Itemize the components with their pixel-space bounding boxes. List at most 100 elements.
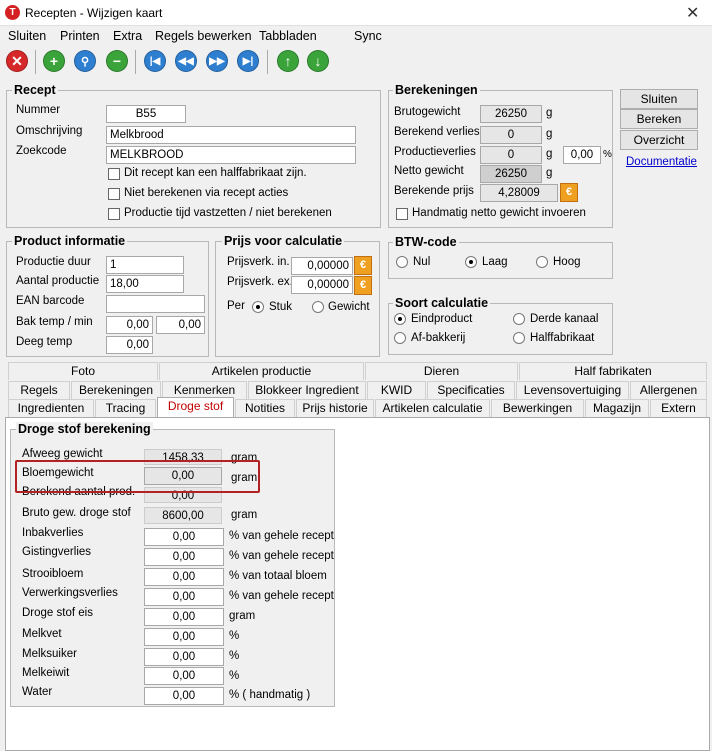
melkeiwit-field[interactable]: 0,00 (144, 667, 224, 685)
tab-allergenen[interactable]: Allergenen (630, 381, 707, 399)
tab-artikelen-productie[interactable]: Artikelen productie (159, 362, 364, 380)
tab-kwid[interactable]: KWID (367, 381, 426, 399)
melkeiwit-label: Melkeiwit (22, 667, 70, 679)
bruto-droge-unit: gram (231, 509, 258, 521)
tab-ingredienten[interactable]: Ingredienten (8, 399, 94, 417)
prijs-berekend-label: Berekende prijs (394, 185, 474, 197)
previous-icon[interactable]: ◀◀ (175, 50, 197, 72)
deeg-temp-field[interactable]: 0,00 (106, 336, 153, 354)
tab-droge-stof[interactable]: Droge stof (157, 397, 234, 417)
tab-extern[interactable]: Extern (650, 399, 707, 417)
menu-regels-bewerken[interactable]: Regels bewerken (155, 29, 252, 43)
menu-extra[interactable]: Extra (113, 29, 142, 43)
strooibloem-unit: % van totaal bloem (229, 570, 327, 582)
ean-field[interactable] (106, 295, 205, 313)
documentatie-link[interactable]: Documentatie (626, 156, 697, 168)
eindproduct-radio[interactable] (394, 313, 406, 325)
duur-field[interactable]: 1 (106, 256, 184, 274)
zoekcode-field[interactable]: MELKBROOD (106, 146, 356, 164)
euro-ex-icon[interactable]: € (354, 276, 372, 295)
tab-foto[interactable]: Foto (8, 362, 158, 380)
productie-tijd-checkbox[interactable] (108, 208, 120, 220)
up-icon[interactable]: ↑ (277, 50, 299, 72)
menu-sluiten[interactable]: Sluiten (8, 29, 46, 43)
btw-hoog-radio[interactable] (536, 256, 548, 268)
tab-berekeningen[interactable]: Berekeningen (71, 381, 161, 399)
deeg-label: Deeg temp (16, 336, 73, 348)
tab-blokkeer-ingredient[interactable]: Blokkeer Ingredient (248, 381, 366, 399)
close-icon[interactable]: ✕ (6, 50, 28, 72)
bak-min-field[interactable]: 0,00 (156, 316, 205, 334)
verwerkingsverlies-label: Verwerkingsverlies (22, 587, 118, 599)
tab-artikelen-calculatie[interactable]: Artikelen calculatie (375, 399, 490, 417)
next-icon[interactable]: ▶▶ (206, 50, 228, 72)
droge-stof-eis-field[interactable]: 0,00 (144, 608, 224, 626)
melksuiker-field[interactable]: 0,00 (144, 648, 224, 666)
menu-printen[interactable]: Printen (60, 29, 100, 43)
down-icon[interactable]: ↓ (307, 50, 329, 72)
sluiten-button[interactable]: Sluiten (620, 89, 698, 109)
stuk-radio[interactable] (252, 301, 264, 313)
af-bakkerij-radio[interactable] (394, 332, 406, 344)
verwerkingsverlies-field[interactable]: 0,00 (144, 588, 224, 606)
euro-in-icon[interactable]: € (354, 256, 372, 275)
gistingverlies-unit: % van gehele recept (229, 550, 334, 562)
add-icon[interactable]: + (43, 50, 65, 72)
bereken-button[interactable]: Bereken (620, 109, 698, 129)
gewicht-radio[interactable] (312, 301, 324, 313)
water-field[interactable]: 0,00 (144, 687, 224, 705)
halffabrikaat-checkbox[interactable] (108, 168, 120, 180)
tab-regels[interactable]: Regels (8, 381, 70, 399)
btw-hoog-label: Hoog (553, 256, 581, 268)
tab-half-fabrikaten[interactable]: Half fabrikaten (519, 362, 707, 380)
prodverlies-pct-field[interactable]: 0,00 (563, 146, 601, 164)
nummer-label: Nummer (16, 104, 61, 116)
search-icon[interactable]: ⚲ (74, 50, 96, 72)
aantal-field[interactable]: 18,00 (106, 275, 184, 293)
handmatig-netto-checkbox[interactable] (396, 208, 408, 220)
tab-prijs-historie[interactable]: Prijs historie (296, 399, 374, 417)
inbakverlies-field[interactable]: 0,00 (144, 528, 224, 546)
euro-icon[interactable]: € (560, 183, 578, 202)
prijs-ex-field[interactable]: 0,00000 (291, 276, 353, 294)
tab-tracing[interactable]: Tracing (95, 399, 156, 417)
menu-tabbladen[interactable]: Tabbladen (259, 29, 317, 43)
omschrijving-field[interactable]: Melkbrood (106, 126, 356, 144)
derde-kanaal-radio[interactable] (513, 313, 525, 325)
verwerkingsverlies-unit: % van gehele recept (229, 590, 334, 602)
btw-laag-radio[interactable] (465, 256, 477, 268)
droge-stof-title: Droge stof berekening (16, 422, 153, 436)
bak-label: Bak temp / min (16, 316, 93, 328)
inbakverlies-unit: % van gehele recept (229, 530, 334, 542)
melksuiker-unit: % (229, 650, 240, 662)
netto-field: 26250 (480, 165, 542, 183)
prijs-in-field[interactable]: 0,00000 (291, 257, 353, 275)
niet-berekenen-checkbox[interactable] (108, 188, 120, 200)
title-bar: T Recepten - Wijzigen kaart ✕ (0, 0, 712, 26)
strooibloem-field[interactable]: 0,00 (144, 568, 224, 586)
menu-sync[interactable]: Sync (354, 29, 382, 43)
overzicht-button[interactable]: Overzicht (620, 130, 698, 150)
netto-unit: g (546, 167, 553, 179)
window-close-button[interactable]: ✕ (686, 3, 699, 23)
toolbar: ✕ + ⚲ − |◀ ◀◀ ▶▶ ▶| ↑ ↓ (0, 46, 712, 78)
tab-magazijn[interactable]: Magazijn (585, 399, 649, 417)
first-icon[interactable]: |◀ (144, 50, 166, 72)
tab-dieren[interactable]: Dieren (365, 362, 518, 380)
gistingverlies-field[interactable]: 0,00 (144, 548, 224, 566)
halffabrikaat-radio[interactable] (513, 332, 525, 344)
btw-nul-radio[interactable] (396, 256, 408, 268)
melkvet-field[interactable]: 0,00 (144, 628, 224, 646)
last-icon[interactable]: ▶| (237, 50, 259, 72)
tab-bewerkingen[interactable]: Bewerkingen (491, 399, 584, 417)
halffabrikaat-label: Dit recept kan een halffabrikaat zijn. (124, 167, 307, 179)
nummer-field[interactable]: B55 (106, 105, 186, 123)
tab-notities[interactable]: Notities (235, 399, 295, 417)
droge-stof-eis-unit: gram (229, 610, 256, 622)
melksuiker-label: Melksuiker (22, 648, 77, 660)
bak-temp-field[interactable]: 0,00 (106, 316, 153, 334)
remove-icon[interactable]: − (106, 50, 128, 72)
btw-title: BTW-code (393, 235, 459, 249)
tab-specificaties[interactable]: Specificaties (427, 381, 515, 399)
tab-levensovertuiging[interactable]: Levensovertuiging (516, 381, 629, 399)
